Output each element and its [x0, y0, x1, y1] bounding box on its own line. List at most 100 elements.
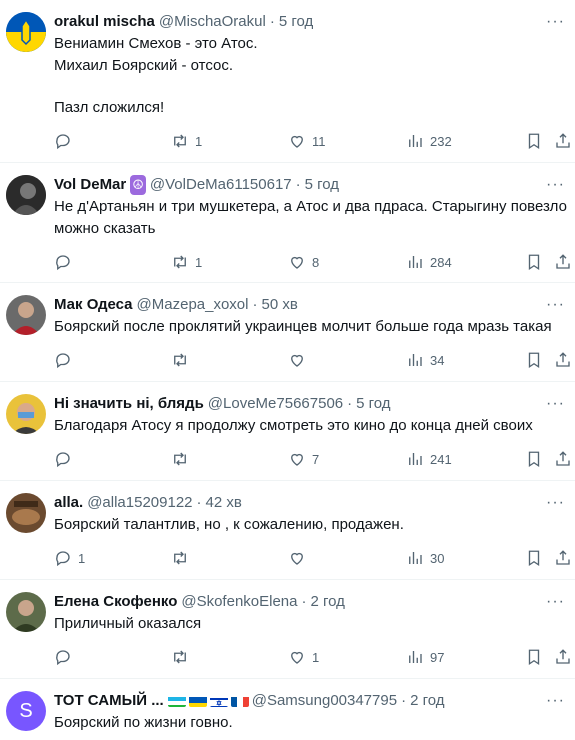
like-button[interactable]: 7 — [288, 450, 319, 468]
bookmark-button[interactable] — [525, 253, 543, 271]
views-button[interactable]: 34 — [406, 351, 444, 369]
more-icon[interactable]: ··· — [546, 493, 565, 513]
more-icon[interactable]: ··· — [546, 12, 565, 32]
views-button[interactable]: 241 — [406, 450, 452, 468]
more-icon[interactable]: ··· — [546, 295, 565, 315]
tweet-text-line: Боярский после проклятий украинцев молчи… — [54, 318, 552, 335]
timestamp[interactable]: 42 хв — [206, 493, 242, 513]
reply-button[interactable] — [54, 253, 72, 271]
bookmark-button[interactable] — [525, 648, 543, 666]
author-handle[interactable]: @Mazepa_xoxol — [137, 295, 249, 315]
author-name[interactable]: Елена Скофенко — [54, 592, 177, 612]
avatar[interactable] — [6, 12, 46, 52]
more-icon[interactable]: ··· — [546, 592, 565, 612]
author-name[interactable]: orakul mischa — [54, 12, 155, 32]
reply-button[interactable] — [54, 648, 72, 666]
timestamp[interactable]: 5 год — [305, 175, 339, 195]
author-name[interactable]: Ні значить ні, блядь — [54, 394, 204, 414]
bookmark-button[interactable] — [525, 450, 543, 468]
timestamp[interactable]: 2 год — [410, 691, 444, 711]
share-icon — [556, 550, 570, 565]
views-icon — [409, 256, 422, 268]
avatar[interactable] — [6, 592, 46, 632]
reply-button[interactable] — [54, 351, 72, 369]
tweet[interactable]: S ТОТ САМЫЙ ... @Samsung00347795 · 2 год… — [0, 679, 575, 740]
tweet[interactable]: Vol DeMar ☮ @VolDeMa61150617 · 5 год ···… — [0, 163, 575, 283]
share-icon — [556, 451, 570, 466]
timestamp[interactable]: 5 год — [279, 12, 313, 32]
views-button[interactable]: 284 — [406, 253, 452, 271]
retweet-button[interactable] — [171, 549, 189, 567]
reply-button[interactable] — [54, 132, 72, 150]
share-icon — [556, 254, 570, 269]
like-button[interactable]: 8 — [288, 253, 319, 271]
like-button[interactable]: 1 — [288, 648, 319, 666]
share-button[interactable] — [554, 253, 572, 271]
like-button[interactable]: 11 — [288, 132, 326, 150]
avatar[interactable]: S — [6, 691, 46, 731]
bookmark-button[interactable] — [525, 132, 543, 150]
views-button[interactable]: 30 — [406, 549, 444, 567]
share-button[interactable] — [554, 450, 572, 468]
timestamp[interactable]: 50 хв — [261, 295, 297, 315]
more-icon[interactable]: ··· — [546, 691, 565, 711]
author-name[interactable]: Мак Одеса — [54, 295, 133, 315]
share-button[interactable] — [554, 549, 572, 567]
author-handle[interactable]: @MischaOrakul — [159, 12, 266, 32]
reply-count: 1 — [78, 550, 86, 566]
reply-icon — [56, 134, 70, 150]
author-name[interactable]: alla. — [54, 493, 83, 513]
author-handle[interactable]: @SkofenkoElena — [181, 592, 297, 612]
tweet[interactable]: Мак Одеса @Mazepa_xoxol · 50 хв ··· Бояр… — [0, 283, 575, 382]
share-icon — [556, 649, 570, 664]
views-icon — [409, 552, 422, 564]
more-icon[interactable]: ··· — [546, 394, 565, 414]
like-icon — [291, 453, 303, 466]
like-count: 1 — [312, 649, 320, 665]
share-button[interactable] — [554, 351, 572, 369]
retweet-button[interactable] — [171, 648, 189, 666]
views-button[interactable]: 232 — [406, 132, 452, 150]
tweet[interactable]: orakul mischa @MischaOrakul · 5 год ··· … — [0, 0, 575, 163]
like-button[interactable] — [288, 351, 306, 369]
more-icon[interactable]: ··· — [546, 175, 565, 195]
author-name[interactable]: Vol DeMar — [54, 175, 126, 195]
share-icon — [556, 133, 570, 148]
author-name[interactable]: ТОТ САМЫЙ ... — [54, 691, 164, 711]
reply-icon — [56, 452, 70, 468]
views-button[interactable]: 97 — [406, 648, 444, 666]
like-icon — [291, 256, 303, 269]
bookmark-button[interactable] — [525, 549, 543, 567]
avatar[interactable] — [6, 175, 46, 215]
views-icon — [409, 453, 422, 465]
tweet[interactable]: Елена Скофенко @SkofenkoElena · 2 год ··… — [0, 580, 575, 679]
avatar[interactable] — [6, 493, 46, 533]
timestamp[interactable]: 2 год — [311, 592, 345, 612]
reply-button[interactable]: 1 — [54, 549, 85, 567]
author-handle[interactable]: @VolDeMa61150617 — [150, 175, 292, 195]
timestamp[interactable]: 5 год — [356, 394, 390, 414]
retweet-button[interactable]: 1 — [171, 253, 202, 271]
retweet-button[interactable]: 1 — [171, 132, 202, 150]
bookmark-button[interactable] — [525, 351, 543, 369]
reply-button[interactable] — [54, 450, 72, 468]
share-button[interactable] — [554, 132, 572, 150]
avatar[interactable] — [6, 295, 46, 335]
author-handle[interactable]: @LoveMe75667506 — [208, 394, 343, 414]
author-handle[interactable]: @alla15209122 — [87, 493, 192, 513]
tweet[interactable]: Ні значить ні, блядь @LoveMe75667506 · 5… — [0, 382, 575, 481]
avatar[interactable] — [6, 394, 46, 434]
retweet-button[interactable] — [171, 450, 189, 468]
separator: · — [252, 296, 258, 313]
tweet-text-line: Благодаря Атосу я продолжу смотреть это … — [54, 417, 533, 434]
views-icon — [409, 135, 422, 147]
like-icon — [291, 552, 303, 565]
tweet-text-line: Вениамин Смехов - это Атос. — [54, 35, 258, 52]
tweet[interactable]: alla. @alla15209122 · 42 хв ··· Боярский… — [0, 481, 575, 580]
share-button[interactable] — [554, 648, 572, 666]
separator: · — [401, 692, 407, 709]
author-handle[interactable]: @Samsung00347795 — [252, 691, 397, 711]
retweet-button[interactable] — [171, 351, 189, 369]
tweet-text-line: можно сказать — [54, 220, 156, 237]
like-button[interactable] — [288, 549, 306, 567]
